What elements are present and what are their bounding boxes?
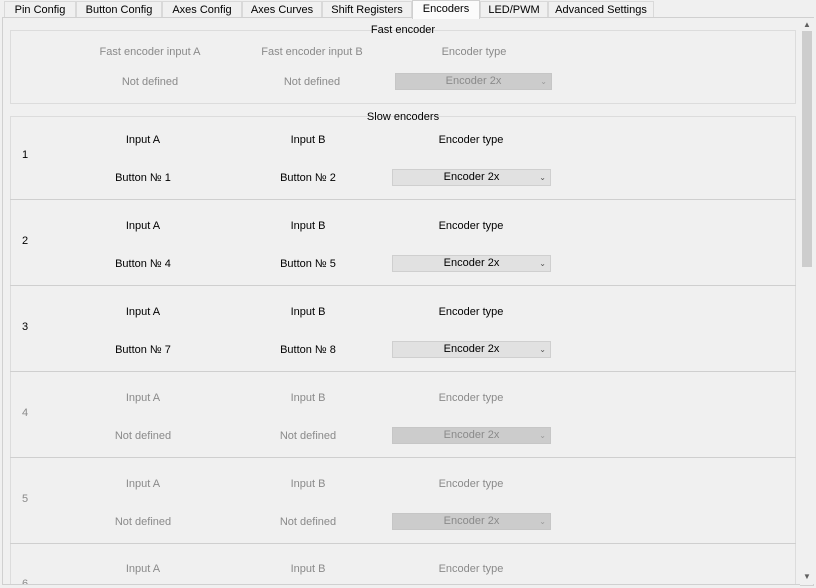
input-b-label: Input B <box>290 220 326 232</box>
input-b-value: Button № 5 <box>280 258 336 270</box>
encoder-type-value: Encoder 2x <box>443 429 500 441</box>
fast-encoder-input-b-value: Not defined <box>283 76 341 88</box>
encoder-type-value: Encoder 2x <box>443 257 500 269</box>
chevron-down-icon: ⌄ <box>539 431 546 440</box>
scroll-up-arrow-icon[interactable]: ▲ <box>800 18 814 32</box>
tab-button-config[interactable]: Button Config <box>76 1 162 18</box>
slow-encoder-row <box>10 114 796 200</box>
input-b-label: Input B <box>290 134 326 146</box>
tab-led-pwm[interactable]: LED/PWM <box>480 1 548 18</box>
fast-encoder-group: Fast encoder <box>10 24 796 104</box>
slow-encoder-row <box>10 372 796 458</box>
fast-encoder-type-value: Encoder 2x <box>445 75 502 87</box>
tab-axes-config[interactable]: Axes Config <box>162 1 242 18</box>
fast-encoder-type-select[interactable]: Encoder 2x ⌄ <box>395 73 552 90</box>
tab-bar: Pin Config Button Config Axes Config Axe… <box>0 0 816 19</box>
input-a-value: Button № 4 <box>115 258 171 270</box>
input-b-value: Not defined <box>279 430 337 442</box>
input-a-label: Input A <box>125 220 161 232</box>
tab-advanced-settings[interactable]: Advanced Settings <box>548 1 654 18</box>
input-a-value: Button № 1 <box>115 172 171 184</box>
input-a-label: Input A <box>125 478 161 490</box>
encoder-type-select[interactable]: Encoder 2x ⌄ <box>392 427 551 444</box>
input-b-label: Input B <box>290 306 326 318</box>
encoder-type-select[interactable]: Encoder 2x ⌄ <box>392 255 551 272</box>
chevron-down-icon: ⌄ <box>539 259 546 268</box>
input-b-label: Input B <box>290 563 326 575</box>
tab-encoders[interactable]: Encoders <box>412 0 480 19</box>
chevron-down-icon: ⌄ <box>539 173 546 182</box>
slow-encoder-number: 4 <box>22 407 29 419</box>
slow-encoder-number: 3 <box>22 321 29 333</box>
slow-encoder-number: 2 <box>22 235 29 247</box>
tab-pin-config[interactable]: Pin Config <box>4 1 76 18</box>
encoder-type-label: Encoder type <box>438 220 504 232</box>
input-a-value: Not defined <box>114 430 172 442</box>
input-a-label: Input A <box>125 134 161 146</box>
slow-encoder-row <box>10 458 796 544</box>
encoder-type-label: Encoder type <box>438 478 504 490</box>
input-a-label: Input A <box>125 563 161 575</box>
slow-encoder-number: 5 <box>22 493 29 505</box>
slow-encoder-row <box>10 200 796 286</box>
encoder-type-value: Encoder 2x <box>443 515 500 527</box>
slow-encoder-row <box>10 286 796 372</box>
chevron-down-icon: ⌄ <box>540 77 547 86</box>
tab-shift-registers[interactable]: Shift Registers <box>322 1 412 18</box>
encoder-type-select[interactable]: Encoder 2x ⌄ <box>392 513 551 530</box>
chevron-down-icon: ⌄ <box>539 345 546 354</box>
fast-encoder-input-a-label: Fast encoder input A <box>99 46 201 58</box>
input-a-label: Input A <box>125 306 161 318</box>
fast-encoder-type-label: Encoder type <box>441 46 507 58</box>
encoder-type-label: Encoder type <box>438 563 504 575</box>
fast-encoder-input-a-value: Not defined <box>121 76 179 88</box>
encoder-type-value: Encoder 2x <box>443 171 500 183</box>
encoder-type-label: Encoder type <box>438 134 504 146</box>
encoder-type-label: Encoder type <box>438 392 504 404</box>
input-a-value: Button № 7 <box>115 344 171 356</box>
encoder-type-select[interactable]: Encoder 2x ⌄ <box>392 341 551 358</box>
encoder-type-select[interactable]: Encoder 2x ⌄ <box>392 169 551 186</box>
scrollbar-thumb[interactable] <box>802 31 812 267</box>
input-b-label: Input B <box>290 478 326 490</box>
pane-bottom-edge <box>2 584 800 588</box>
scroll-down-arrow-icon[interactable]: ▼ <box>800 570 814 584</box>
slow-encoder-number: 1 <box>22 149 29 161</box>
fast-encoder-input-b-label: Fast encoder input B <box>261 46 363 58</box>
input-b-value: Button № 8 <box>280 344 336 356</box>
encoder-type-label: Encoder type <box>438 306 504 318</box>
chevron-down-icon: ⌄ <box>539 517 546 526</box>
tab-axes-curves[interactable]: Axes Curves <box>242 1 322 18</box>
fast-encoder-title: Fast encoder <box>370 24 436 36</box>
encoder-type-value: Encoder 2x <box>443 343 500 355</box>
vertical-scrollbar[interactable]: ▲ ▼ <box>800 18 814 584</box>
input-a-label: Input A <box>125 392 161 404</box>
input-b-value: Button № 2 <box>280 172 336 184</box>
input-b-value: Not defined <box>279 516 337 528</box>
input-a-value: Not defined <box>114 516 172 528</box>
input-b-label: Input B <box>290 392 326 404</box>
